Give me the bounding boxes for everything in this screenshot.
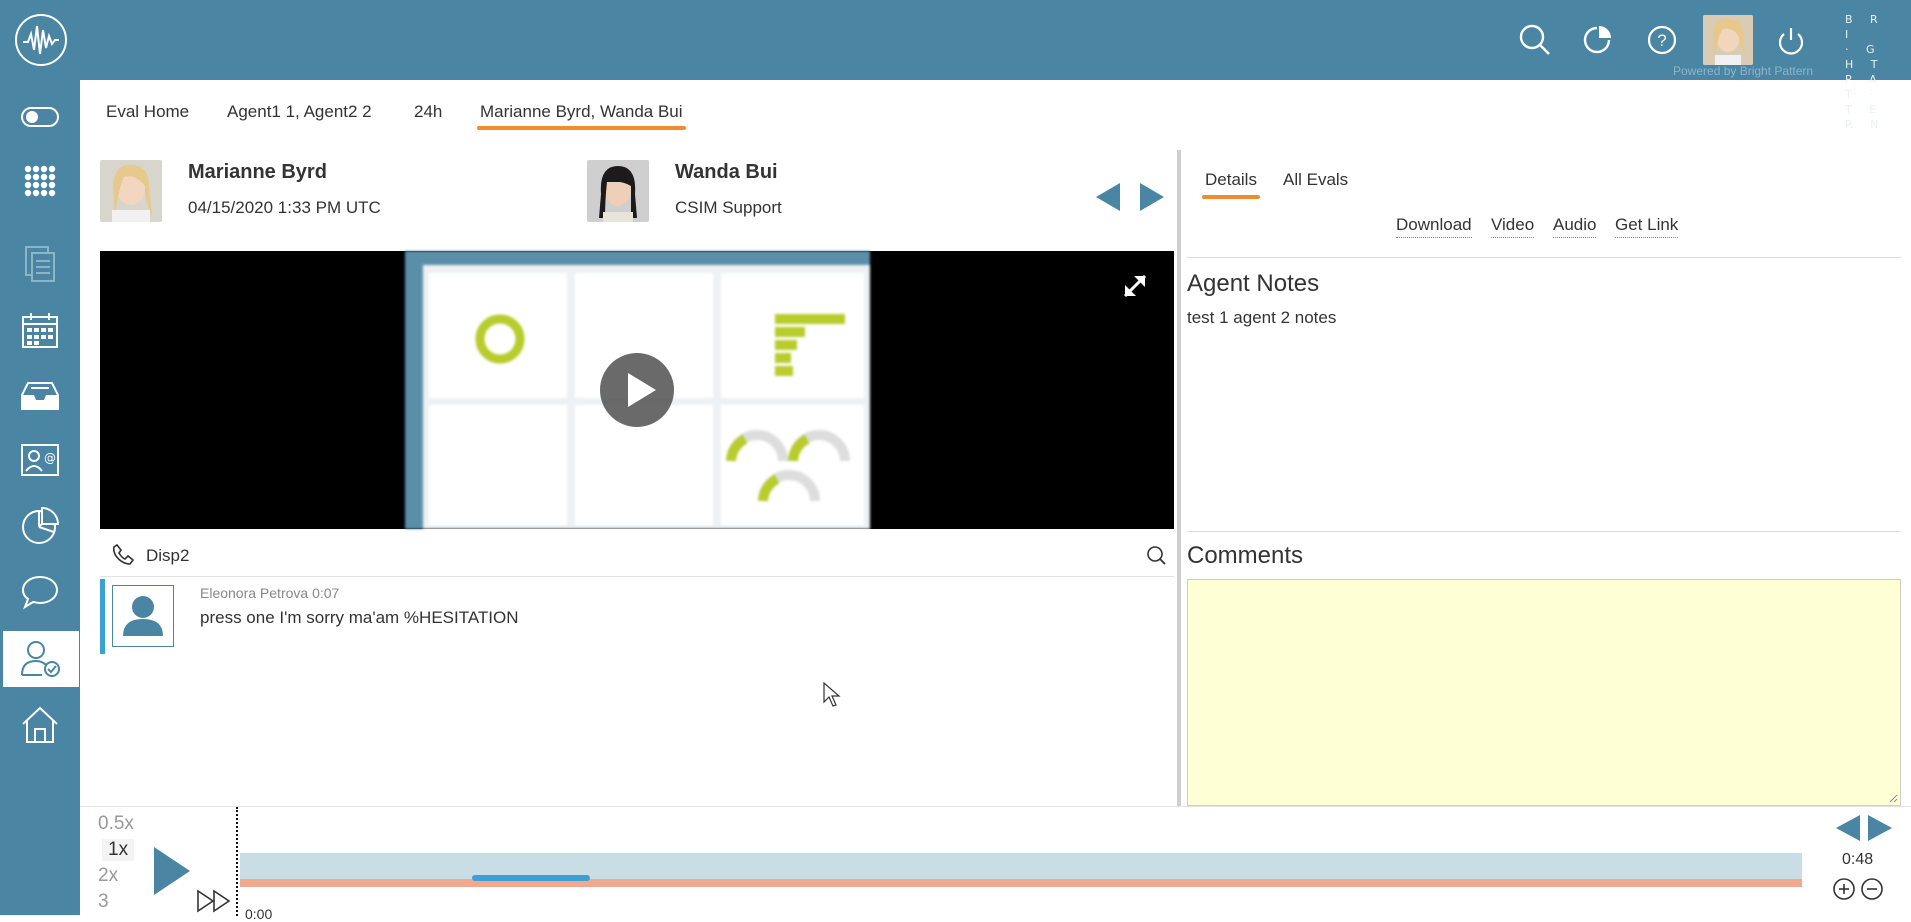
speed-option[interactable]: 3 — [98, 891, 109, 913]
toggle-icon — [21, 107, 59, 127]
sidebar-item-chat[interactable] — [0, 564, 80, 620]
sidebar-item-quality[interactable] — [3, 631, 79, 687]
agent-team: CSIM Support — [675, 198, 782, 217]
sidebar: @ — [0, 80, 80, 915]
sidebar-item-calendar[interactable] — [0, 302, 80, 358]
speaker-indicator — [100, 579, 105, 654]
agent-notes-text: test 1 agent 2 notes — [1187, 308, 1337, 327]
play-video-button[interactable] — [600, 353, 674, 427]
documents-icon — [25, 246, 55, 282]
current-time: 0:00 — [245, 906, 273, 922]
sidebar-item-contacts[interactable]: @ — [0, 432, 80, 488]
total-time: 0:48 — [1842, 851, 1874, 868]
video-link[interactable]: Video — [1491, 215, 1535, 238]
powered-by-label: Powered by Bright Pattern — [1673, 64, 1814, 78]
sidebar-item-apps[interactable] — [0, 153, 80, 209]
power-icon[interactable] — [1773, 22, 1809, 58]
download-link[interactable]: Download — [1396, 215, 1472, 238]
calendar-icon — [22, 313, 58, 348]
zoom-in-icon[interactable] — [1832, 877, 1856, 901]
transcript-text: press one I'm sorry ma'am %HESITATION — [200, 608, 519, 627]
search-icon[interactable] — [1517, 22, 1553, 58]
divider — [1187, 531, 1901, 532]
avatar — [112, 585, 174, 647]
user-avatar[interactable] — [1703, 15, 1753, 65]
chat-bubble-icon — [21, 575, 59, 610]
evaluation-datetime: 04/15/2020 1:33 PM UTC — [188, 198, 381, 217]
comments-textarea[interactable] — [1187, 579, 1901, 806]
search-transcript-icon[interactable] — [1146, 545, 1166, 565]
help-icon[interactable]: ? — [1644, 22, 1680, 58]
play-icon — [628, 373, 656, 407]
resize-handle-icon[interactable] — [1888, 793, 1898, 803]
pie-chart-icon — [22, 506, 60, 544]
user-silhouette-icon — [123, 596, 163, 636]
grid-icon — [24, 165, 56, 197]
zoom-out-icon[interactable] — [1860, 877, 1884, 901]
audio-player-bar: 0.5x 1x 2x 3 0:00 0:48 — [80, 806, 1911, 922]
video-player[interactable] — [100, 251, 1174, 529]
tab-current-eval[interactable]: Marianne Byrd, Wanda Bui — [477, 102, 686, 130]
mouse-cursor-icon — [823, 682, 841, 707]
agent-notes-title: Agent Notes — [1187, 270, 1320, 297]
pie-refresh-icon[interactable] — [1579, 22, 1615, 58]
timeline-speech-segment[interactable] — [472, 875, 590, 881]
disposition-bar: Disp2 — [100, 533, 1174, 577]
tab-eval-home[interactable]: Eval Home — [106, 102, 189, 122]
transcript-speaker: Eleonora Petrova 0:07 — [200, 585, 340, 601]
sidebar-item-toggle[interactable] — [0, 89, 80, 145]
timeline-track[interactable] — [240, 853, 1802, 887]
speed-option[interactable]: 2x — [98, 865, 118, 887]
transcript-entry: Eleonora Petrova 0:07 press one I'm sorr… — [100, 579, 1174, 654]
top-bar: ? B R I · G H T P A T · T E R N Powered … — [0, 0, 1911, 131]
phone-icon — [112, 543, 134, 565]
next-segment-arrow-icon[interactable] — [1868, 815, 1892, 841]
get-link-link[interactable]: Get Link — [1615, 215, 1679, 238]
agent-name: Wanda Bui — [675, 161, 778, 183]
person-card-evaluator — [100, 160, 162, 222]
avatar — [587, 160, 649, 222]
svg-text:?: ? — [1657, 31, 1666, 50]
tab-all-evals[interactable]: All Evals — [1283, 170, 1348, 190]
speed-option[interactable]: 0.5x — [98, 813, 134, 835]
home-icon — [22, 706, 58, 743]
audio-link[interactable]: Audio — [1553, 215, 1597, 238]
fullscreen-button[interactable] — [1120, 271, 1150, 301]
speed-option-selected[interactable]: 1x — [102, 839, 135, 861]
logo-icon[interactable] — [15, 14, 67, 66]
tab-agents[interactable]: Agent1 1, Agent2 2 — [227, 102, 372, 122]
next-eval-arrow-icon[interactable] — [1140, 183, 1164, 211]
tab-details[interactable]: Details — [1202, 170, 1260, 199]
previous-eval-arrow-icon[interactable] — [1096, 183, 1120, 211]
person-card-agent — [587, 160, 649, 222]
tab-24h[interactable]: 24h — [414, 102, 442, 122]
panel-divider[interactable] — [1177, 150, 1181, 807]
sidebar-item-reports[interactable] — [0, 498, 80, 554]
sidebar-item-documents[interactable] — [0, 237, 80, 293]
disposition-label: Disp2 — [146, 546, 190, 565]
comments-title: Comments — [1187, 542, 1304, 569]
user-check-icon — [21, 641, 60, 677]
svg-text:@: @ — [44, 451, 56, 465]
contact-card-icon: @ — [21, 444, 59, 476]
playhead[interactable] — [236, 807, 238, 916]
play-icon[interactable] — [152, 845, 192, 897]
divider — [1187, 257, 1901, 258]
fast-forward-icon[interactable] — [196, 889, 234, 913]
tray-icon — [21, 382, 59, 410]
sidebar-item-tray[interactable] — [0, 368, 80, 424]
evaluator-name: Marianne Byrd — [188, 161, 327, 183]
avatar — [100, 160, 162, 222]
sidebar-item-home[interactable] — [0, 697, 80, 753]
expand-icon — [1123, 274, 1147, 298]
brand-wordmark: B R I · G H T P A T · T E R N — [1845, 13, 1886, 131]
previous-segment-arrow-icon[interactable] — [1836, 815, 1860, 841]
